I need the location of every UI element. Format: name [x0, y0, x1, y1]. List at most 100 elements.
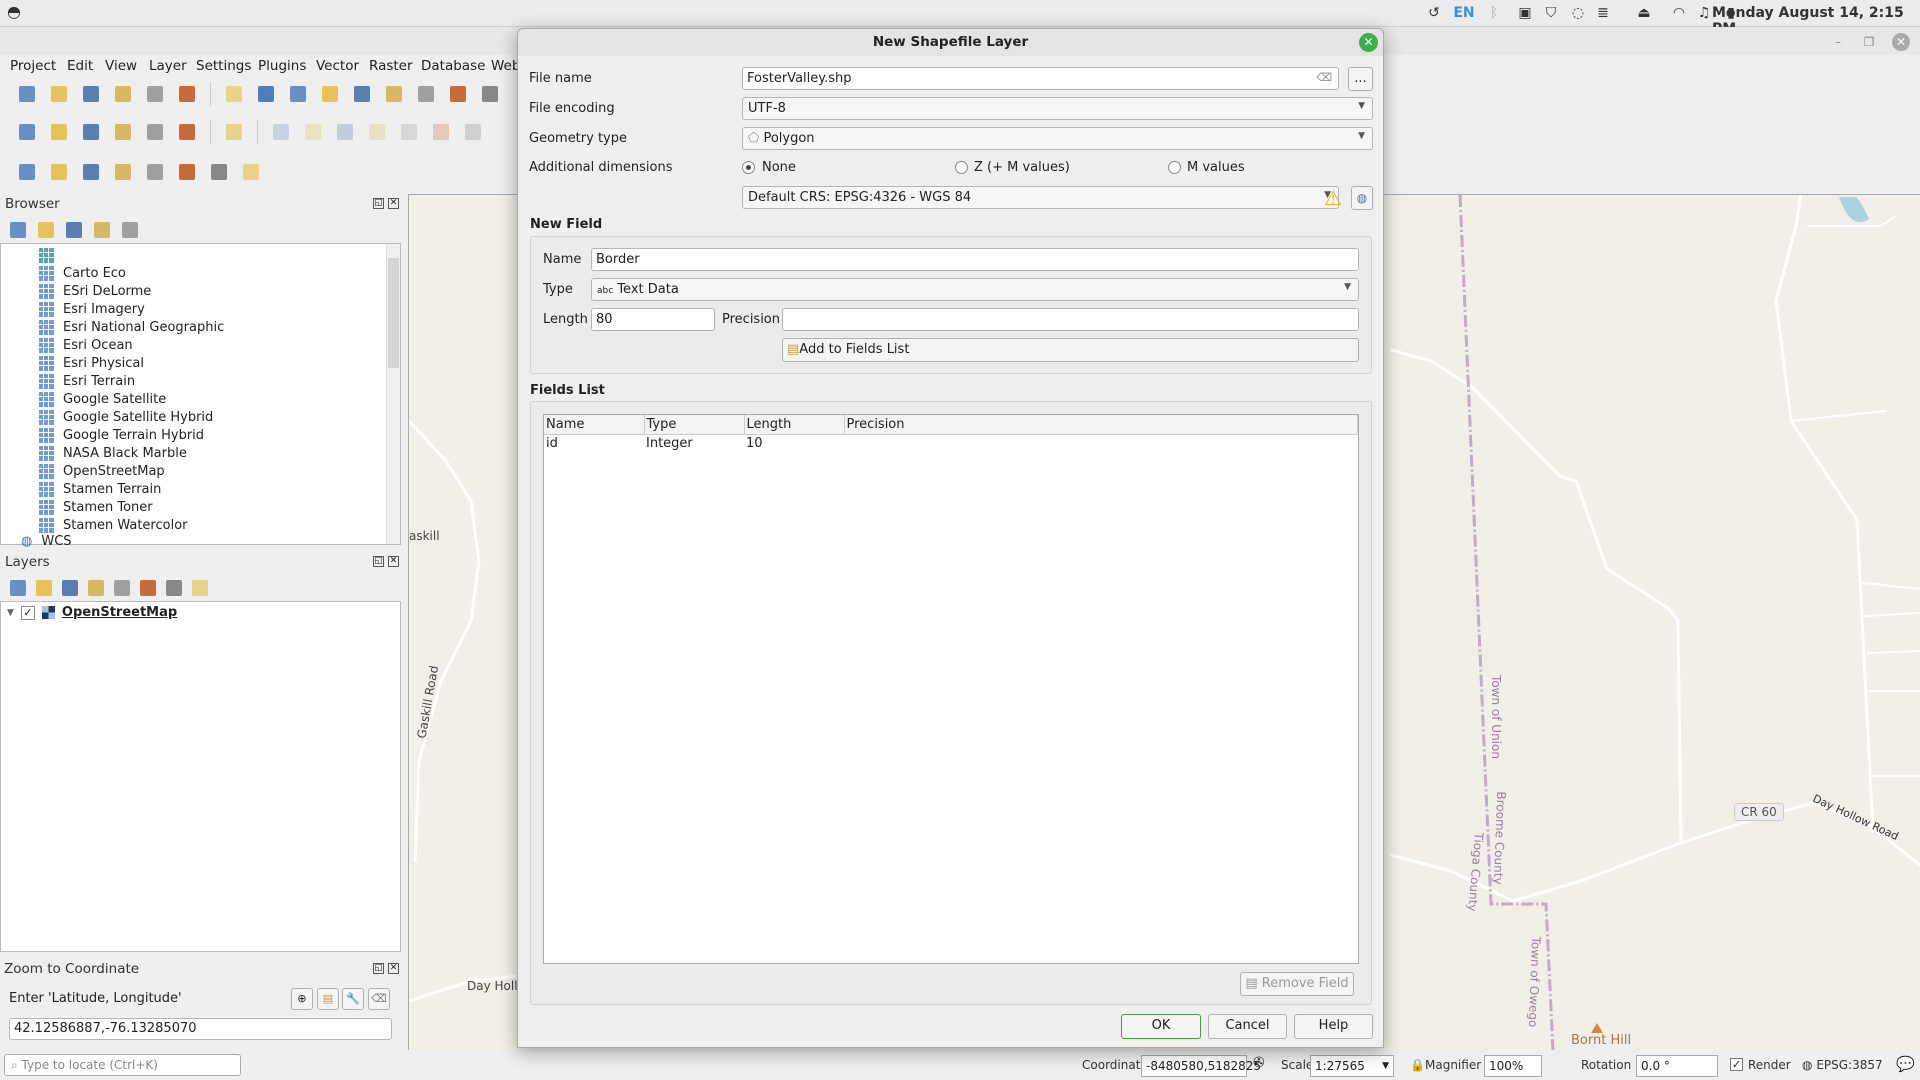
- browser-item[interactable]: OpenStreetMap: [39, 462, 165, 480]
- menu-layer[interactable]: Layer: [149, 58, 187, 74]
- add-selected-layers-icon[interactable]: [5, 217, 31, 243]
- dims-none-label[interactable]: None: [762, 160, 796, 175]
- column-header-length[interactable]: Length: [744, 415, 845, 435]
- layers-tree[interactable]: ▼ ✓ OpenStreetMap: [0, 601, 401, 952]
- zoom-in-icon[interactable]: [285, 81, 311, 107]
- save-project-icon[interactable]: [78, 81, 104, 107]
- open-project-icon[interactable]: [46, 81, 72, 107]
- refresh-icon[interactable]: [33, 217, 59, 243]
- menu-project[interactable]: Project: [10, 58, 56, 74]
- notes-icon[interactable]: ≣: [1595, 5, 1611, 21]
- clear-button[interactable]: ⌫: [368, 988, 390, 1010]
- lock-scale-icon[interactable]: 🔒: [1410, 1058, 1425, 1072]
- table-row[interactable]: id Integer 10: [544, 434, 1358, 452]
- browser-item[interactable]: Stamen Terrain: [39, 480, 161, 498]
- fields-table[interactable]: Name Type Length Precision id Integer 10: [543, 414, 1359, 964]
- crs-select[interactable]: Default CRS: EPSG:4326 - WGS 84 ▼: [742, 186, 1339, 209]
- rotation-spinbox[interactable]: 0.0 °: [1636, 1055, 1718, 1077]
- tree-item-wcs[interactable]: ◍ WCS: [21, 532, 72, 550]
- system-logo-icon[interactable]: ◓: [6, 4, 22, 20]
- select-crs-button[interactable]: ◍: [1351, 186, 1373, 210]
- render-checkbox[interactable]: ✓: [1730, 1058, 1743, 1071]
- style-manager-icon[interactable]: [174, 81, 200, 107]
- scale-combo[interactable]: 1:27565 ▼: [1310, 1055, 1394, 1077]
- bluetooth-icon[interactable]: ᛒ: [1486, 5, 1502, 21]
- new-virtual-layer-icon[interactable]: [174, 119, 200, 145]
- menu-vector[interactable]: Vector: [316, 58, 359, 74]
- browser-item[interactable]: Google Terrain Hybrid: [39, 426, 204, 444]
- crs-button[interactable]: ◍ EPSG:3857: [1802, 1058, 1883, 1072]
- history-icon[interactable]: ↺: [1426, 5, 1442, 21]
- column-header-type[interactable]: Type: [644, 415, 745, 435]
- new-temporary-layer-icon[interactable]: [142, 119, 168, 145]
- new-print-layout-icon[interactable]: [110, 81, 136, 107]
- language-indicator[interactable]: EN: [1453, 5, 1475, 21]
- locator-search[interactable]: ⌕ Type to locate (Ctrl+K): [4, 1054, 241, 1076]
- collapse-all-icon[interactable]: [89, 217, 115, 243]
- style-layer-icon[interactable]: [5, 575, 31, 601]
- current-edits-icon[interactable]: [268, 119, 294, 145]
- menu-view[interactable]: View: [105, 58, 137, 74]
- scrollbar-thumb[interactable]: [388, 258, 399, 368]
- settings-wrench-icon[interactable]: [238, 159, 264, 185]
- add-group-icon[interactable]: [31, 575, 57, 601]
- browser-item[interactable]: Stamen Toner: [39, 498, 153, 516]
- remove-field-button[interactable]: ▤ Remove Field: [1240, 972, 1354, 996]
- field-precision-input[interactable]: [782, 308, 1359, 331]
- browser-item[interactable]: NASA Black Marble: [39, 444, 187, 462]
- file-encoding-select[interactable]: UTF-8 ▼: [742, 97, 1373, 120]
- delete-selected-icon[interactable]: [460, 119, 486, 145]
- help-button[interactable]: Help: [1294, 1014, 1373, 1039]
- clear-input-icon[interactable]: ⌫: [1316, 71, 1332, 84]
- properties-icon[interactable]: [117, 217, 143, 243]
- new-project-icon[interactable]: [14, 81, 40, 107]
- identify-icon[interactable]: [46, 159, 72, 185]
- close-panel-icon[interactable]: ✕: [388, 556, 399, 567]
- file-name-input[interactable]: FosterValley.shp ⌫: [742, 67, 1339, 90]
- menu-raster[interactable]: Raster: [369, 58, 413, 74]
- browser-item[interactable]: Google Satellite: [39, 390, 166, 408]
- clipboard-icon[interactable]: ▣: [1517, 5, 1533, 21]
- wifi-icon[interactable]: ◠: [1671, 5, 1687, 21]
- messages-icon[interactable]: 💬: [1896, 1055, 1915, 1073]
- dims-none-radio[interactable]: [742, 161, 755, 174]
- browser-item[interactable]: Esri National Geographic: [39, 318, 224, 336]
- filter-legend-icon[interactable]: [83, 575, 109, 601]
- browser-tree[interactable]: Carto Eco ESri DeLorme Esri Imagery Esri Na…: [0, 243, 401, 549]
- browser-scrollbar[interactable]: [386, 244, 400, 544]
- add-to-fields-list-button[interactable]: ▤Add to Fields List: [782, 338, 1359, 362]
- geometry-type-select[interactable]: ⬠ Polygon ▼: [742, 127, 1373, 150]
- field-length-input[interactable]: 80: [591, 308, 715, 331]
- bounding-box-icon[interactable]: [142, 159, 168, 185]
- browser-item[interactable]: Esri Imagery: [39, 300, 145, 318]
- close-panel-icon[interactable]: ✕: [388, 963, 399, 974]
- layout-manager-icon[interactable]: [142, 81, 168, 107]
- intel-icon[interactable]: ◌: [1570, 5, 1586, 21]
- close-icon[interactable]: ✕: [1359, 33, 1378, 52]
- new-geopackage-layer-icon[interactable]: [46, 119, 72, 145]
- expand-arrow-icon[interactable]: ▼: [7, 608, 14, 618]
- filter-icon[interactable]: [61, 217, 87, 243]
- expand-all-icon[interactable]: [135, 575, 161, 601]
- dims-z-label[interactable]: Z (+ M values): [974, 160, 1070, 175]
- browse-button[interactable]: ...: [1348, 67, 1373, 91]
- digitize-point-icon[interactable]: [364, 119, 390, 145]
- browser-item[interactable]: Esri Terrain: [39, 372, 135, 390]
- select-features-icon[interactable]: [14, 159, 40, 185]
- float-panel-icon[interactable]: ◱: [373, 556, 384, 567]
- coordinate-input[interactable]: 42.12586887,-76.13285070: [9, 1018, 392, 1040]
- minimize-icon[interactable]: –: [1829, 33, 1847, 51]
- menu-settings[interactable]: Settings: [196, 58, 251, 74]
- pan-icon[interactable]: [221, 81, 247, 107]
- layer-visibility-checkbox[interactable]: ✓: [20, 605, 35, 620]
- browser-item[interactable]: Carto Eco: [39, 264, 126, 282]
- float-panel-icon[interactable]: ◱: [373, 198, 384, 209]
- new-shapefile-layer-icon[interactable]: [78, 119, 104, 145]
- cancel-button[interactable]: Cancel: [1208, 1014, 1287, 1039]
- zoom-native-icon[interactable]: [445, 81, 471, 107]
- zoom-out-icon[interactable]: [317, 81, 343, 107]
- ok-button[interactable]: OK: [1121, 1014, 1201, 1039]
- browser-item[interactable]: Esri Physical: [39, 354, 144, 372]
- shield-icon[interactable]: ⛉: [1543, 5, 1559, 21]
- browser-item[interactable]: Esri Ocean: [39, 336, 133, 354]
